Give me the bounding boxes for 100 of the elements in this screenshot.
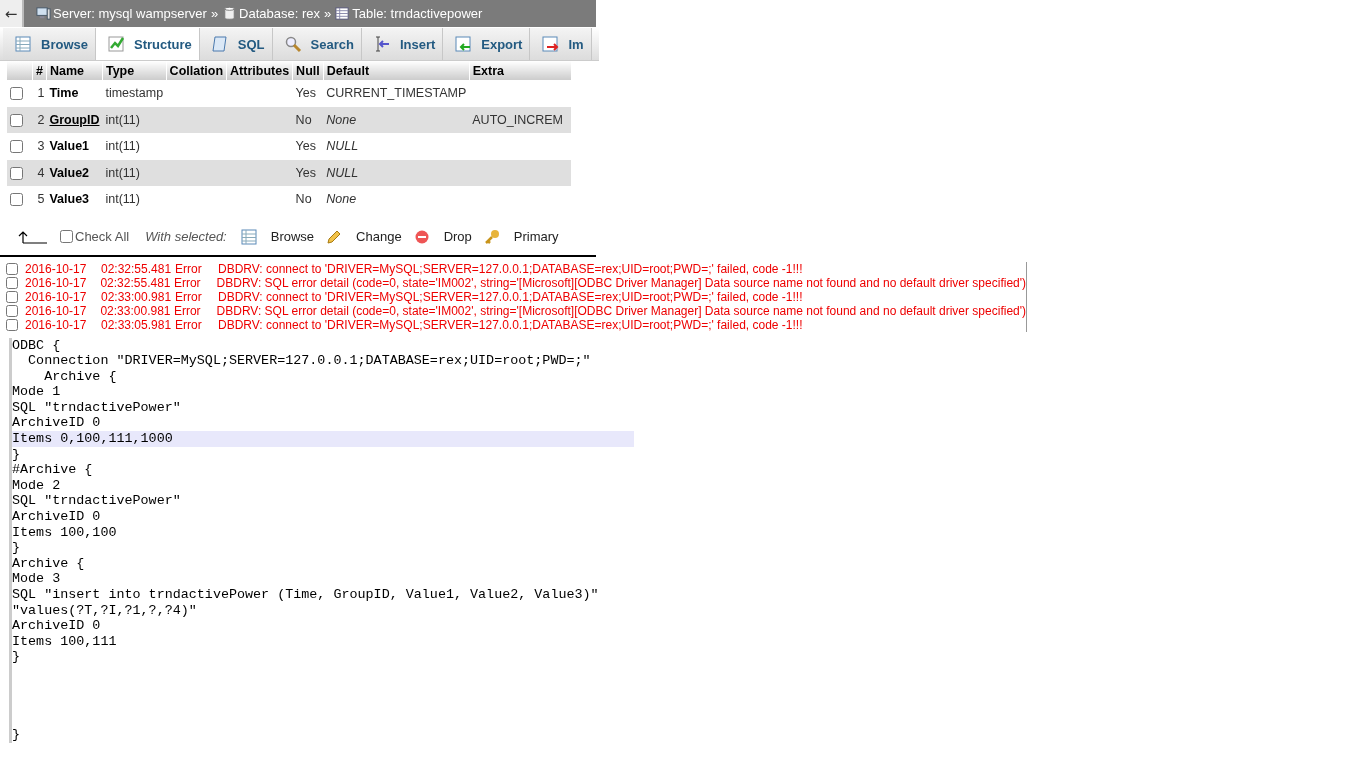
row-checkbox[interactable] (10, 87, 23, 101)
action-button[interactable]: Primary (483, 228, 559, 245)
tab[interactable]: Structure (95, 28, 200, 60)
code-line: } (12, 446, 22, 463)
check-all-label: Check All (75, 229, 130, 244)
check-all-checkbox[interactable] (60, 230, 73, 243)
tab[interactable]: Export (443, 28, 531, 60)
table-cell: NULL (323, 133, 470, 160)
code-line: } (12, 540, 22, 556)
log-level: Error (173, 303, 202, 318)
table-cell: 5 (32, 186, 47, 213)
code-line: } (12, 727, 22, 743)
arrow-icon (18, 229, 48, 244)
code-line: Connection "DRIVER=MySQL;SERVER=127.0.0.1;DATABASE=rex;UID=root;PWD=;" (27, 353, 592, 369)
log-checkbox[interactable] (6, 304, 18, 317)
row-checkbox[interactable] (10, 166, 23, 180)
table-cell: int(11) (102, 133, 167, 160)
key-icon (483, 228, 500, 245)
tab[interactable]: SQL (199, 28, 273, 60)
table-icon (14, 35, 32, 53)
export-icon (454, 35, 473, 53)
log-message: DBDRV: connect to 'DRIVER=MySQL;SERVER=127.0.0.1;DATABASE=rex;UID=root;PWD=;' failed, code -1!!! (218, 261, 803, 276)
log-checkbox[interactable] (6, 290, 18, 303)
column-header: Type (102, 61, 167, 80)
code-line: Mode 2 (12, 477, 62, 494)
log-message: DBDRV: SQL error detail (code=0, state='IM002', string='[Microsoft][ODBC Driver Manager] Data source name not found and no default driver specified') (216, 303, 1026, 318)
log-level: Error (175, 289, 203, 304)
code-line: SQL "insert into trndactivePower (Time, GroupID, Value1, Value2, Value3)" (12, 587, 600, 603)
row-checkbox[interactable] (10, 113, 23, 127)
row-checkbox[interactable] (10, 193, 23, 207)
code-line: Items 100,111 (12, 633, 118, 650)
log-message: DBDRV: connect to 'DRIVER=MySQL;SERVER=127.0.0.1;DATABASE=rex;UID=root;PWD=;' failed, code -1!!! (218, 317, 803, 332)
log-date: 2016-10-17 (25, 261, 88, 276)
table-cell: Yes (292, 80, 324, 107)
pencil-icon (326, 228, 343, 245)
log-level: Error (173, 275, 202, 290)
log-time: 02:32:55.481 (101, 261, 173, 276)
code-line: ArchiveID 0 (12, 509, 102, 525)
log-level: Error (175, 317, 203, 332)
tab[interactable]: Search (272, 28, 362, 60)
tab[interactable]: Browse (3, 28, 96, 60)
breadcrumb-link[interactable]: Database: rex (222, 6, 321, 21)
table-cell: Time (46, 80, 103, 107)
code-line: Items 100,100 (12, 524, 118, 541)
column-header: Collation (166, 61, 227, 80)
column-header: Extra (469, 61, 572, 80)
breadcrumb-link[interactable]: Server: mysql wampserver (36, 6, 207, 21)
log-checkbox[interactable] (6, 318, 18, 331)
code-line: ArchiveID 0 (12, 415, 102, 432)
table-cell: GroupID (46, 106, 103, 133)
table-cell: int(11) (102, 159, 167, 186)
breadcrumb-link[interactable]: Table: trndactivepower (335, 6, 483, 21)
table-cell: AUTO_INCREM (472, 112, 564, 127)
monitor-icon (36, 6, 51, 21)
table-cell: Yes (292, 159, 324, 186)
table-cell: 3 (32, 133, 47, 160)
table-cell: NULL (323, 159, 470, 186)
code-line: Mode 3 (12, 571, 62, 587)
column-header: Attributes (226, 61, 293, 80)
back-button[interactable]: ← (0, 0, 24, 27)
table-cell: Value3 (46, 186, 103, 213)
table-cell: int(11) (102, 186, 167, 213)
column-header: Null (292, 61, 324, 80)
log-time: 02:33:00.981 (100, 303, 172, 318)
code-line: SQL "trndactivePower" (12, 493, 182, 510)
column-header: Name (46, 61, 103, 80)
code-line: Mode 1 (12, 384, 62, 400)
table-cell: timestamp (102, 80, 167, 107)
log-message: DBDRV: connect to 'DRIVER=MySQL;SERVER=127.0.0.1;DATABASE=rex;UID=root;PWD=;' failed, code -1!!! (218, 289, 803, 304)
table-icon (240, 228, 257, 245)
tab[interactable]: Insert (361, 28, 444, 60)
action-button[interactable]: Drop (413, 228, 472, 245)
log-date: 2016-10-17 (25, 317, 88, 332)
table-cell: Value2 (46, 159, 103, 186)
code-line: SQL "trndactivePower" (12, 399, 182, 416)
log-date: 2016-10-17 (25, 289, 88, 304)
code-line: } (12, 649, 22, 665)
action-button[interactable]: Change (326, 228, 402, 245)
code-line: Archive { (43, 368, 118, 385)
table-cell: Yes (292, 133, 324, 160)
table-cell: No (292, 106, 324, 133)
log-checkbox[interactable] (6, 276, 18, 289)
code-line: ArchiveID 0 (12, 618, 102, 634)
database-icon (222, 6, 238, 21)
tab[interactable]: Im (530, 28, 592, 60)
table-icon (335, 6, 351, 21)
table-cell: int(11) (102, 106, 167, 133)
row-checkbox[interactable] (10, 140, 23, 154)
log-time: 02:33:05.981 (101, 317, 173, 332)
with-selected-label: With selected: (145, 229, 227, 244)
log-message: DBDRV: SQL error detail (code=0, state='IM002', string='[Microsoft][ODBC Driver Manager] Data source name not found and no default driver specified') (216, 275, 1026, 290)
code-line: "values(?T,?I,?1,?,?4)" (12, 602, 198, 619)
breadcrumb-separator: » (210, 6, 219, 21)
log-checkbox[interactable] (6, 262, 18, 275)
log-date: 2016-10-17 (25, 303, 88, 318)
code-line: Archive { (12, 555, 86, 572)
action-button[interactable]: Browse (240, 228, 315, 245)
import-icon (541, 35, 560, 53)
table-cell: 1 (32, 80, 47, 107)
table-cell: Value1 (46, 133, 103, 160)
